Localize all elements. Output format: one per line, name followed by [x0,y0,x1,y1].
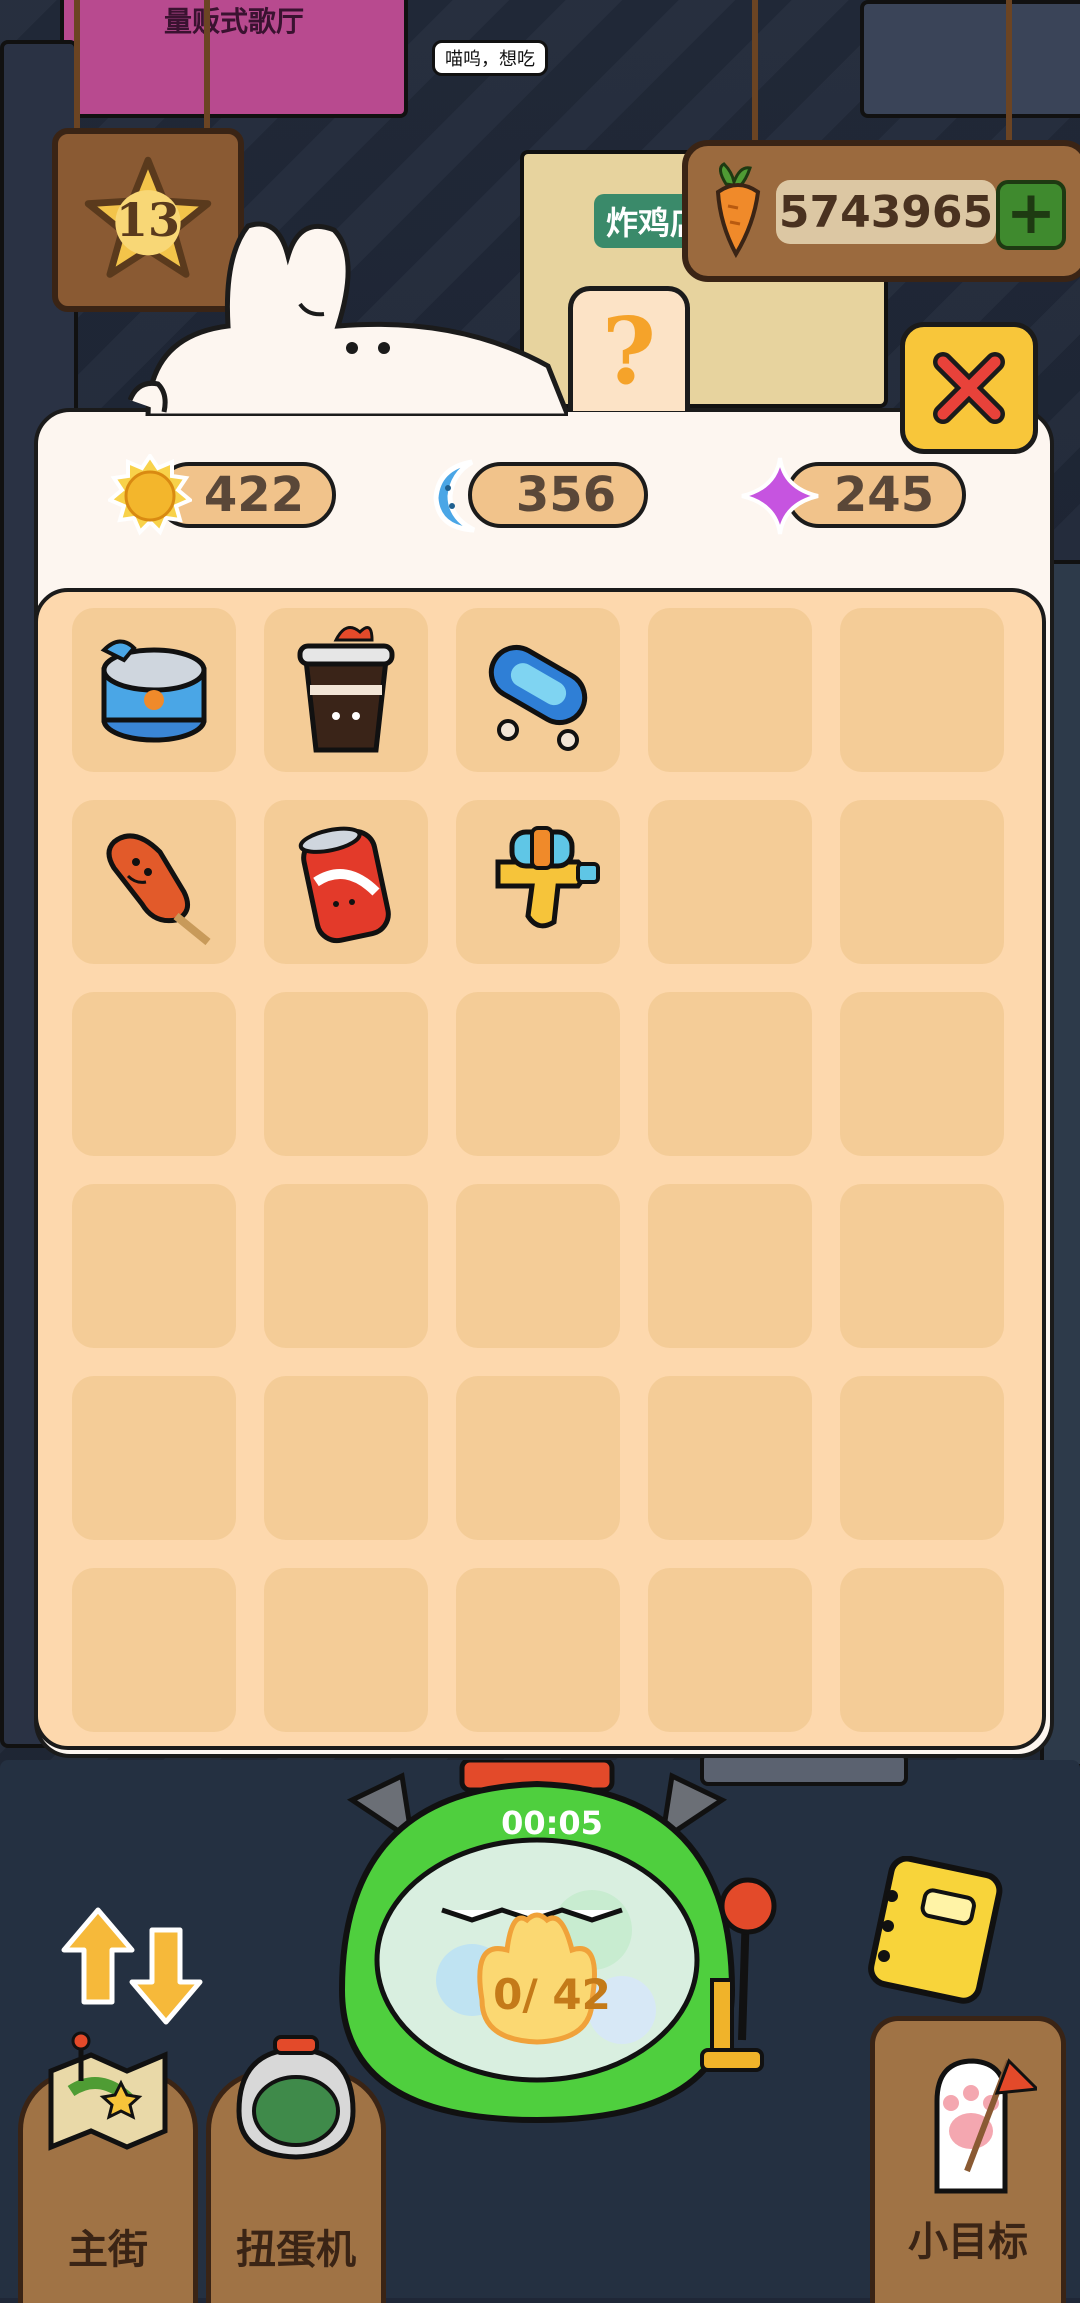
inventory-slot[interactable] [840,1376,1004,1540]
inventory-slot[interactable] [840,992,1004,1156]
inventory-slot[interactable] [648,1568,812,1732]
karaoke-building: 量贩式歌厅 [60,0,408,118]
inventory-slot[interactable] [264,992,428,1156]
inventory-slot[interactable] [456,992,620,1156]
inventory-slot[interactable] [840,800,1004,964]
nav-gacha[interactable]: 扭蛋机 [206,2035,386,2303]
speech-bubble: 喵呜，想吃 [432,40,548,76]
gacha-head-icon [236,2035,356,2160]
notebook-button[interactable] [862,1855,1012,2006]
inventory-slot[interactable] [264,608,428,772]
sun-icon [108,454,192,536]
canned-fish-icon [100,639,207,743]
carrot-currency-board: 5743965 + [682,140,1080,282]
inventory-slot[interactable] [840,1184,1004,1348]
nav-main-street-label: 主街 [68,2227,148,2273]
rope [1006,0,1012,146]
gacha-machine[interactable]: 00:05 0/ 42 [322,1757,782,2140]
inventory-slot[interactable] [72,1376,236,1540]
sparkle-icon [741,457,819,535]
map-icon [48,2031,168,2151]
karaoke-sign: 量贩式歌厅 [164,5,305,38]
inventory-slot[interactable] [72,1184,236,1348]
rope [74,0,80,132]
carrot-icon [715,162,761,258]
swap-arrows-icon[interactable] [58,1906,206,2026]
inventory-slot[interactable] [648,1376,812,1540]
inventory-slot[interactable] [456,608,620,772]
nav-gacha-label: 扭蛋机 [236,2227,356,2273]
rope [752,0,758,146]
notebook-icon [868,1855,1003,2004]
inventory-slot[interactable] [264,1184,428,1348]
gacha-timer: 00:05 [501,1804,603,1842]
close-button[interactable] [900,322,1038,454]
nav-main-street[interactable]: 主街 [18,2031,198,2303]
inventory-slot[interactable] [840,608,1004,772]
help-button[interactable]: ? [568,286,690,411]
inventory-slot[interactable] [456,1376,620,1540]
inventory-slot[interactable] [264,1376,428,1540]
inventory-slot[interactable] [648,800,812,964]
inventory-slot[interactable] [648,1184,812,1348]
inventory-slot[interactable] [264,800,428,964]
inventory-slot[interactable] [456,1184,620,1348]
gacha-progress: 0/ 42 [493,1970,611,2019]
paw-flag-icon [934,2058,1037,2194]
nav-small-goals-label: 小目标 [908,2219,1028,2265]
inventory-slot[interactable] [72,608,236,772]
inventory-slot[interactable] [456,1568,620,1732]
inventory-slot[interactable] [264,1568,428,1732]
inventory-slot[interactable] [648,608,812,772]
add-carrots-button[interactable]: + [996,180,1066,250]
nav-small-goals[interactable]: 小目标 [870,2016,1066,2303]
cola-can-icon [298,826,391,944]
rope [204,0,210,132]
bunny-mascot-icon [128,221,568,416]
close-icon [933,352,1005,424]
inventory-slot[interactable] [840,1568,1004,1732]
inventory-slot[interactable] [72,992,236,1156]
corn-dog-icon [106,833,211,946]
inventory-slot[interactable] [72,800,236,964]
moon-icon [433,459,476,533]
iced-coffee-icon [297,626,395,753]
inventory-slot[interactable] [456,800,620,964]
carrot-count: 5743965 [776,180,996,244]
right-building [860,0,1080,118]
inventory-slot[interactable] [72,1568,236,1732]
skateboard-icon [488,645,588,751]
inventory-slot[interactable] [648,992,812,1156]
water-gun-icon [495,826,600,929]
